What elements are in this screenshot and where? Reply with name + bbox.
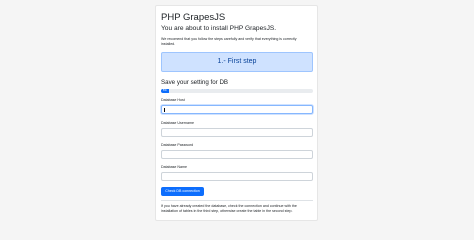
db-host-label: Database Host	[161, 98, 185, 102]
db-password-label: Database Password	[161, 143, 194, 147]
check-db-connection-button[interactable]: Check DB connection	[161, 187, 204, 196]
db-username-input[interactable]	[161, 128, 313, 137]
section-title: Save your setting for DB	[161, 79, 229, 86]
db-host-input[interactable]	[161, 105, 313, 114]
db-password-input[interactable]	[161, 150, 313, 159]
divider	[161, 200, 313, 201]
footer-note: If you have already created the database…	[161, 204, 297, 213]
db-name-label: Database Name	[161, 165, 187, 169]
db-name-input[interactable]	[161, 172, 313, 181]
db-username-label: Database Username	[161, 121, 194, 125]
page-subtitle: You are about to install PHP GrapesJS.	[161, 25, 277, 32]
text-caret	[164, 108, 165, 112]
page-title: PHP GrapesJS	[161, 12, 226, 23]
step-banner: 1.- First step	[161, 52, 313, 72]
progress-bar-track: 5%	[161, 89, 313, 93]
page-description: We recomend that you follow the steps ca…	[161, 37, 297, 46]
progress-bar-fill: 5%	[161, 89, 169, 93]
install-card: PHP GrapesJS You are about to install PH…	[155, 5, 318, 221]
